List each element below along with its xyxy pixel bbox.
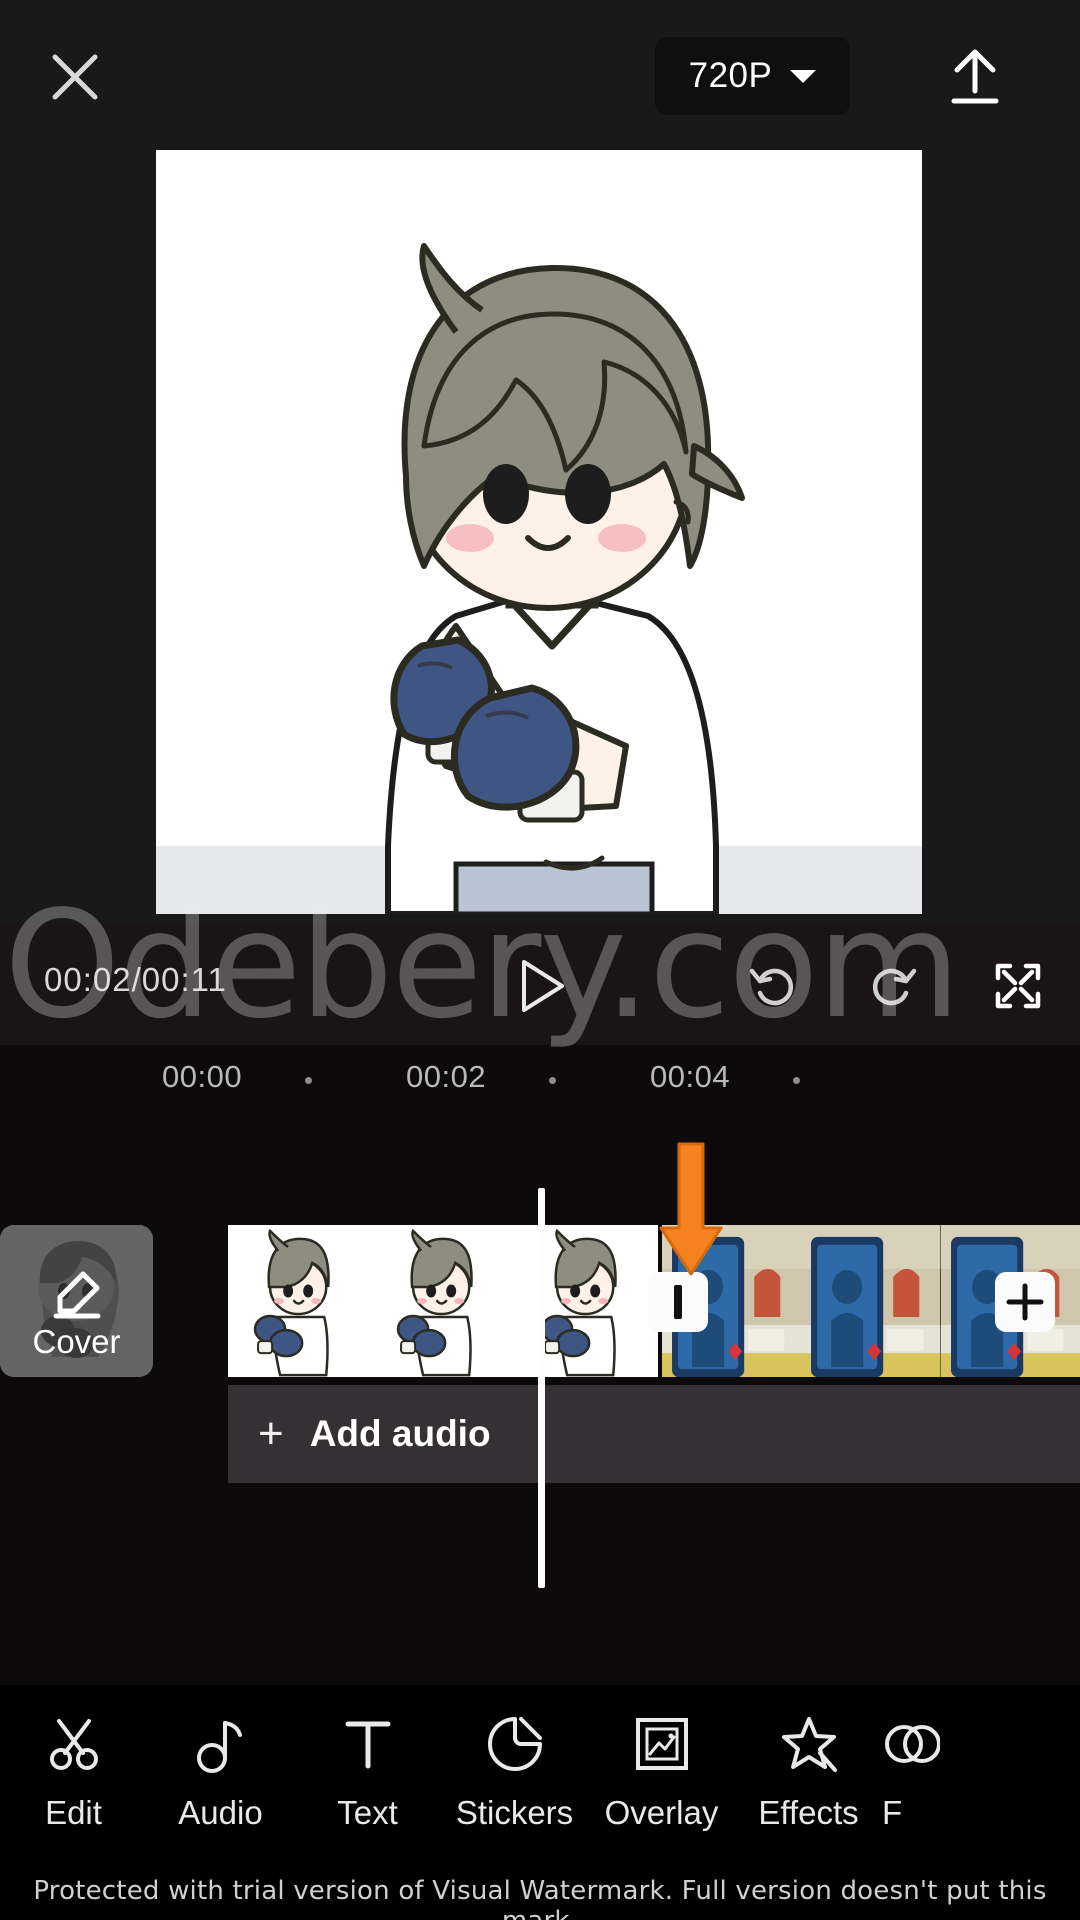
clip-thumbnail (514, 1225, 658, 1377)
cover-button[interactable]: Cover (0, 1225, 153, 1377)
cartoon-thumb (371, 1225, 515, 1377)
time-readout: 00:02/00:11 (44, 961, 227, 998)
tool-effects[interactable]: Effects (735, 1713, 882, 1832)
tool-label: Text (337, 1794, 398, 1831)
timeline-clip[interactable] (228, 1225, 658, 1377)
sticker-icon (485, 1713, 545, 1775)
tool-filters[interactable]: F (882, 1713, 942, 1832)
tool-edit[interactable]: Edit (0, 1713, 147, 1832)
fullscreen-icon (995, 963, 1041, 1009)
plus-icon (1006, 1283, 1044, 1321)
playback-controls: 00:02/00:11 (0, 925, 1080, 1045)
tool-stickers[interactable]: Stickers (441, 1713, 588, 1832)
plus-icon: + (258, 1408, 284, 1458)
bottom-toolbar: Edit Audio Text Stickers Overlay Effects… (0, 1685, 1080, 1880)
upload-icon (951, 49, 999, 104)
clip-thumbnail (801, 1225, 941, 1377)
clip-thumbnail (371, 1225, 515, 1377)
fullscreen-button[interactable] (985, 953, 1051, 1019)
tool-audio[interactable]: Audio (147, 1713, 294, 1832)
play-icon (522, 960, 564, 1012)
close-icon (52, 54, 98, 100)
cartoon-thumb (228, 1225, 372, 1377)
cover-label: Cover (32, 1323, 121, 1360)
watermark-disclaimer: Protected with trial version of Visual W… (33, 1876, 1047, 1920)
chevron-down-icon (790, 69, 817, 83)
text-t-icon (339, 1713, 397, 1775)
tool-label: F (882, 1794, 903, 1831)
tool-label: Overlay (604, 1794, 719, 1831)
resolution-selector[interactable]: 720P (655, 37, 850, 115)
add-clip-button[interactable] (995, 1272, 1055, 1332)
music-note-icon (192, 1713, 250, 1775)
tool-text[interactable]: Text (294, 1713, 441, 1832)
image-frame-icon (632, 1713, 692, 1775)
top-bar: 720P (0, 0, 1080, 150)
ruler-tick-dot (549, 1077, 556, 1084)
undo-button[interactable] (740, 953, 806, 1019)
playhead-marker[interactable] (538, 1188, 545, 1588)
undo-icon (749, 968, 793, 1006)
clip-thumbnail (228, 1225, 372, 1377)
filters-icon (882, 1713, 940, 1775)
resolution-label: 720P (688, 56, 773, 95)
scissors-icon (43, 1713, 105, 1775)
tool-label: Effects (758, 1794, 859, 1831)
ruler-label: 00:04 (650, 1059, 731, 1094)
tool-label: Audio (178, 1794, 263, 1831)
ruler-tick-dot (793, 1077, 800, 1084)
star-wand-icon (778, 1713, 840, 1775)
ruler-label: 00:00 (162, 1059, 243, 1094)
tool-label: Edit (45, 1794, 102, 1831)
preview-stage (0, 150, 1080, 1030)
transition-icon (674, 1285, 682, 1319)
redo-icon (873, 968, 917, 1006)
video-preview[interactable] (156, 150, 922, 914)
add-audio-label: Add audio (309, 1413, 491, 1454)
tool-label: Stickers (455, 1794, 574, 1831)
redo-button[interactable] (860, 953, 926, 1019)
phone-video-thumb (801, 1225, 941, 1377)
cartoon-boxer-illustration (156, 150, 922, 914)
ruler-tick-dot (305, 1077, 312, 1084)
timeline-ruler[interactable]: 00:00 00:02 00:04 (0, 1045, 1080, 1115)
ruler-label: 00:02 (406, 1059, 487, 1094)
tool-overlay[interactable]: Overlay (588, 1713, 735, 1832)
play-button[interactable] (505, 950, 577, 1022)
pencil-icon (50, 1269, 104, 1326)
cartoon-thumb (514, 1225, 658, 1377)
export-button[interactable] (935, 38, 1015, 118)
transition-button[interactable] (648, 1272, 708, 1332)
close-button[interactable] (40, 42, 110, 112)
add-audio-track[interactable]: + Add audio (228, 1385, 1080, 1483)
